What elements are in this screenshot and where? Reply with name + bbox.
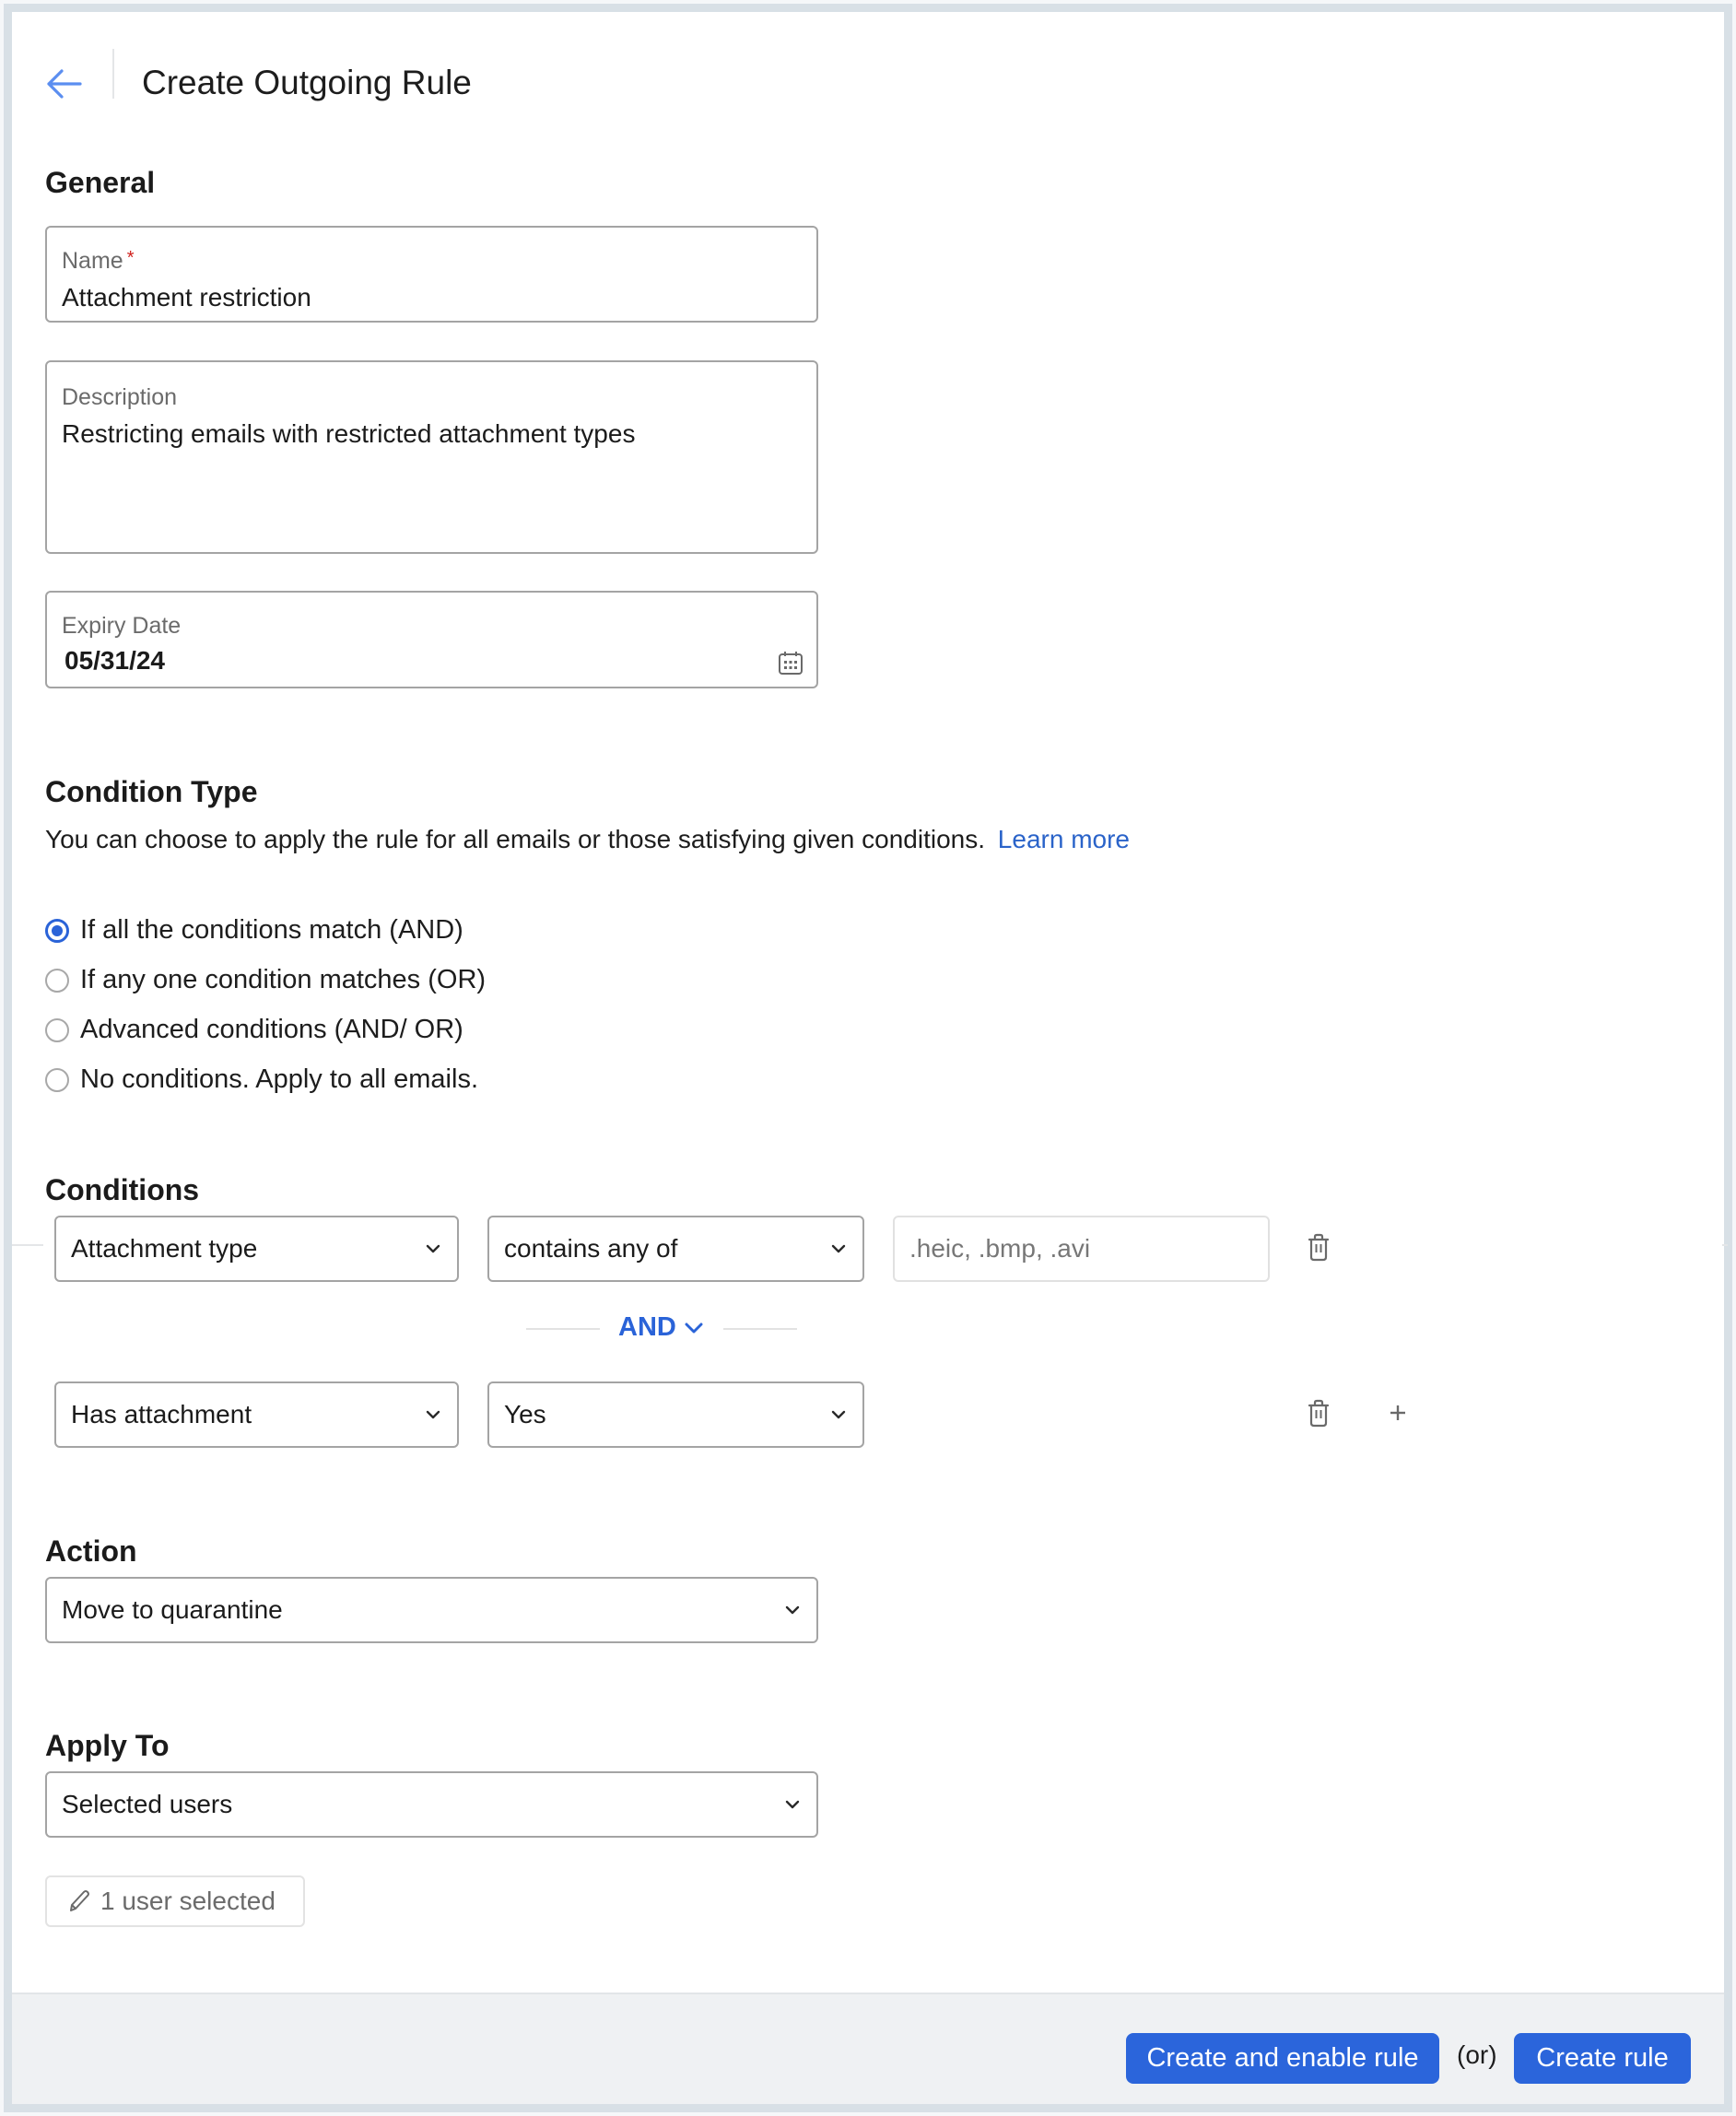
create-rule-button[interactable]: Create rule xyxy=(1514,2033,1691,2084)
radio-label: If any one condition matches (OR) xyxy=(80,965,487,994)
rule-form-panel: Create Outgoing Rule General Name * Attac… xyxy=(4,4,1732,2112)
section-title-apply-to: Apply To xyxy=(45,1729,170,1762)
name-label: Name * xyxy=(62,248,135,274)
create-and-enable-rule-button[interactable]: Create and enable rule xyxy=(1126,2033,1439,2084)
required-indicator: * xyxy=(126,248,135,268)
radio-button[interactable] xyxy=(45,968,69,993)
calendar-icon xyxy=(779,652,803,675)
select-value: Selected users xyxy=(62,1790,233,1818)
apply-to-select[interactable]: Selected users xyxy=(45,1771,818,1838)
page-title: Create Outgoing Rule xyxy=(142,64,472,101)
logic-operator-toggle[interactable]: AND xyxy=(618,1312,704,1343)
and-separator-line-right xyxy=(723,1328,797,1330)
condition-connector-line xyxy=(12,1244,43,1246)
description-value: Restricting emails with restricted attac… xyxy=(62,419,636,448)
header-divider xyxy=(112,49,114,99)
logic-operator-label: AND xyxy=(618,1312,676,1342)
select-value: Has attachment xyxy=(71,1400,252,1428)
or-separator: (or) xyxy=(1457,2040,1497,2069)
section-title-condition-type: Condition Type xyxy=(45,775,258,808)
radio-option-no-conditions[interactable]: No conditions. Apply to all emails. xyxy=(45,1064,486,1095)
radio-button-checked[interactable] xyxy=(45,918,69,943)
selected-users-count: 1 user selected xyxy=(100,1887,276,1915)
expiry-date-label: Expiry Date xyxy=(62,613,182,639)
section-title-conditions: Conditions xyxy=(45,1173,200,1206)
condition-connector-line-right xyxy=(1722,1244,1728,1246)
chevron-down-icon xyxy=(831,1244,846,1253)
attachment-types-input[interactable] xyxy=(909,1234,1253,1264)
radio-option-advanced[interactable]: Advanced conditions (AND/ OR) xyxy=(45,1015,486,1045)
form-footer: Create and enable rule (or) Create rule xyxy=(12,1993,1724,2104)
add-condition-button[interactable] xyxy=(1381,1396,1414,1429)
pencil-icon xyxy=(70,1890,89,1911)
trash-icon xyxy=(1308,1233,1330,1262)
condition-1-operator-select[interactable]: contains any of xyxy=(487,1216,864,1282)
edit-selected-users-button[interactable]: 1 user selected xyxy=(45,1875,305,1927)
arrow-left-icon xyxy=(47,69,82,99)
condition-type-description: You can choose to apply the rule for all… xyxy=(45,825,1130,854)
name-value: Attachment restriction xyxy=(62,283,311,312)
trash-icon xyxy=(1308,1399,1330,1428)
section-title-general: General xyxy=(45,166,156,199)
condition-1-value-input[interactable] xyxy=(893,1216,1270,1282)
radio-option-and[interactable]: If all the conditions match (AND) xyxy=(45,915,486,946)
and-separator-line-left xyxy=(526,1328,600,1330)
expiry-date-field[interactable]: Expiry Date 05/31/24 xyxy=(45,591,818,688)
expiry-date-value: 05/31/24 xyxy=(65,646,165,675)
chevron-down-icon xyxy=(426,1244,440,1253)
chevron-down-icon xyxy=(785,1800,800,1809)
radio-button[interactable] xyxy=(45,1017,69,1042)
plus-icon xyxy=(1390,1405,1405,1420)
delete-condition-1-button[interactable] xyxy=(1302,1228,1335,1265)
select-value: Yes xyxy=(504,1400,546,1428)
chevron-down-icon xyxy=(685,1322,703,1333)
select-value: Attachment type xyxy=(71,1234,258,1263)
radio-label: No conditions. Apply to all emails. xyxy=(80,1064,478,1094)
condition-1-field-select[interactable]: Attachment type xyxy=(54,1216,459,1282)
condition-2-operator-select[interactable]: Yes xyxy=(487,1381,864,1448)
radio-label: Advanced conditions (AND/ OR) xyxy=(80,1015,463,1044)
chevron-down-icon xyxy=(426,1410,440,1419)
description-label: Description xyxy=(62,384,178,410)
action-select[interactable]: Move to quarantine xyxy=(45,1577,818,1643)
description-field[interactable]: Description Restricting emails with rest… xyxy=(45,360,818,554)
select-value: contains any of xyxy=(504,1234,678,1263)
chevron-down-icon xyxy=(831,1410,846,1419)
condition-type-radio-group: If all the conditions match (AND) If any… xyxy=(45,915,486,1095)
condition-type-help-text: You can choose to apply the rule for all… xyxy=(45,825,986,853)
select-value: Move to quarantine xyxy=(62,1595,283,1624)
section-title-action: Action xyxy=(45,1534,137,1568)
back-button[interactable] xyxy=(42,65,85,102)
chevron-down-icon xyxy=(785,1605,800,1615)
radio-button[interactable] xyxy=(45,1067,69,1092)
radio-option-or[interactable]: If any one condition matches (OR) xyxy=(45,965,486,995)
delete-condition-2-button[interactable] xyxy=(1302,1394,1335,1431)
condition-2-field-select[interactable]: Has attachment xyxy=(54,1381,459,1448)
radio-label: If all the conditions match (AND) xyxy=(80,915,463,945)
learn-more-link[interactable]: Learn more xyxy=(998,825,1130,853)
name-field[interactable]: Name * Attachment restriction xyxy=(45,226,818,323)
calendar-button[interactable] xyxy=(776,648,805,677)
